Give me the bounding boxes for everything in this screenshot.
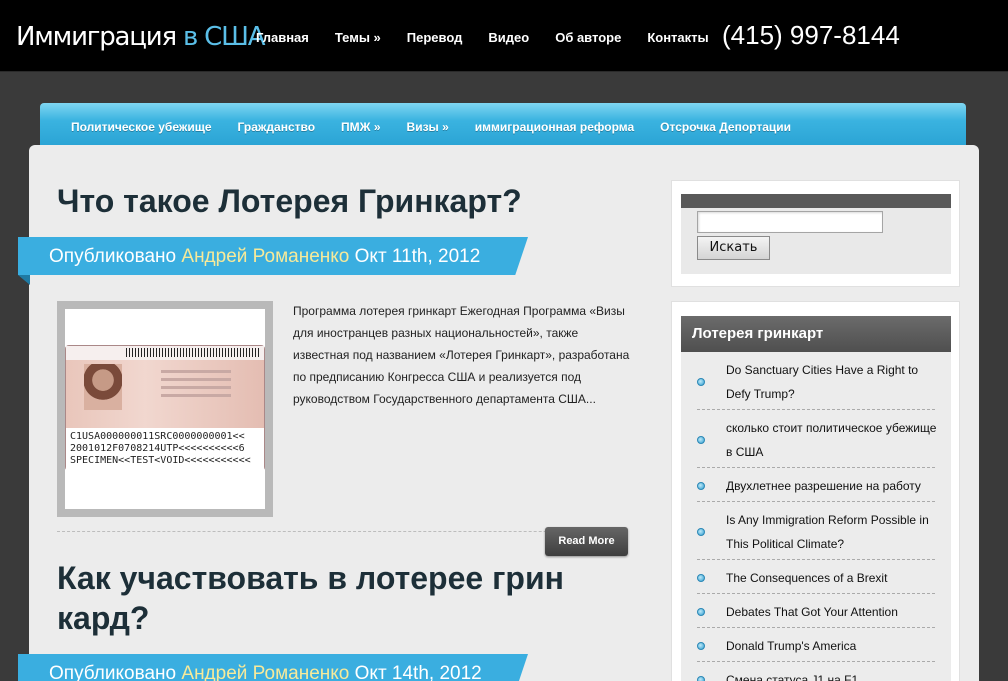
list-item-link[interactable]: Do Sanctuary Cities Have a Right to Defy… [726, 358, 938, 406]
list-item[interactable]: Двухлетнее разрешение на работу [697, 474, 935, 502]
list-item-link[interactable]: Двухлетнее разрешение на работу [726, 474, 938, 498]
post-divider [57, 531, 627, 532]
bullet-icon [697, 574, 705, 582]
search-button[interactable]: Искать [697, 236, 770, 260]
post-title[interactable]: Что такое Лотерея Гринкарт? [57, 181, 522, 221]
post-excerpt: Программа лотерея гринкарт Ежегодная Про… [293, 304, 630, 406]
bullet-icon [697, 642, 705, 650]
phone-number[interactable]: (415) 997-8144 [722, 20, 900, 51]
list-item[interactable]: Donald Trump's America [697, 634, 935, 662]
category-immigration-reform[interactable]: иммиграционная реформа [475, 120, 634, 134]
list-item[interactable]: Debates That Got Your Attention [697, 600, 935, 628]
search-input[interactable] [697, 211, 883, 233]
category-asylum[interactable]: Политическое убежище [71, 120, 212, 134]
thumbnail-image: C1USA000000011SRC0000000001<< 2001012F070… [65, 309, 265, 509]
list-item[interactable]: The Consequences of a Brexit [697, 566, 935, 594]
list-item-link[interactable]: Is Any Immigration Reform Possible in Th… [726, 508, 938, 556]
category-visas[interactable]: Визы » [407, 120, 449, 134]
top-nav-about[interactable]: Об авторе [555, 30, 621, 45]
mrz-line: 2001012F0708214UTP<<<<<<<<<<6 [70, 443, 245, 454]
list-item-link[interactable]: Donald Trump's America [726, 634, 938, 658]
read-more-button[interactable]: Read More [545, 527, 628, 556]
list-item-link[interactable]: Смена статуса J1 на F1 [726, 668, 938, 681]
published-label: Опубликовано [49, 663, 182, 681]
green-card-image: C1USA000000011SRC0000000001<< 2001012F070… [65, 345, 265, 472]
post-date: Окт 11th, 2012 [349, 246, 481, 267]
published-label: Опубликовано [49, 246, 182, 267]
top-nav-home[interactable]: Главная [256, 30, 309, 45]
card-photo [84, 364, 122, 410]
site-logo[interactable]: Иммиграция в США [16, 22, 266, 52]
category-citizenship[interactable]: Гражданство [238, 120, 316, 134]
author-link[interactable]: Андрей Романенко [181, 663, 349, 681]
list-item[interactable]: Is Any Immigration Reform Possible in Th… [697, 508, 935, 560]
card-mrz: C1USA000000011SRC0000000001<< 2001012F070… [66, 428, 264, 472]
list-item-link[interactable]: сколько стоит политическое убежище в США [726, 416, 938, 464]
ribbon-fold [18, 275, 30, 285]
category-bar: Политическое убежище Гражданство ПМЖ » В… [40, 103, 966, 147]
mrz-line: C1USA000000011SRC0000000001<< [70, 431, 245, 442]
widget-list: Do Sanctuary Cities Have a Right to Defy… [681, 352, 951, 681]
bullet-icon [697, 378, 705, 386]
list-item[interactable]: сколько стоит политическое убежище в США [697, 416, 938, 468]
author-link[interactable]: Андрей Романенко [181, 246, 349, 267]
category-nav: Политическое убежище Гражданство ПМЖ » В… [71, 120, 817, 134]
category-deferred-deportation[interactable]: Отсрочка Депортации [660, 120, 791, 134]
top-nav: Главная Темы » Перевод Видео Об авторе К… [256, 30, 735, 45]
bullet-icon [697, 676, 705, 681]
site-header: Иммиграция в США Главная Темы » Перевод … [0, 0, 1008, 72]
widget-title: Лотерея гринкарт [681, 316, 951, 352]
search-box: Искать [681, 194, 951, 274]
list-item[interactable]: Смена статуса J1 на F1 [697, 668, 935, 681]
card-barcode [126, 348, 260, 357]
top-nav-contacts[interactable]: Контакты [647, 30, 708, 45]
post-meta: Опубликовано Андрей Романенко Окт 11th, … [49, 246, 480, 268]
card-text-lines [161, 370, 231, 400]
bullet-icon [697, 482, 705, 490]
logo-accent-text: в США [182, 22, 266, 52]
top-nav-video[interactable]: Видео [488, 30, 529, 45]
mrz-line: SPECIMEN<<TEST<VOID<<<<<<<<<<< [70, 455, 251, 466]
post-date: Окт 14th, 2012 [349, 663, 482, 681]
post-meta: Опубликовано Андрей Романенко Окт 14th, … [49, 663, 482, 681]
category-green-card[interactable]: ПМЖ » [341, 120, 380, 134]
search-widget: Искать [671, 180, 960, 287]
top-nav-translation[interactable]: Перевод [407, 30, 463, 45]
bullet-icon [697, 436, 705, 444]
post-title[interactable]: Как участвовать в лотерее грин кард? [57, 558, 577, 638]
logo-main-text: Иммиграция [16, 22, 183, 52]
search-header-bar [681, 194, 951, 208]
list-item-link[interactable]: Debates That Got Your Attention [726, 600, 938, 624]
green-card-lottery-widget: Лотерея гринкарт Do Sanctuary Cities Hav… [671, 301, 960, 681]
bullet-icon [697, 528, 705, 536]
post-thumbnail[interactable]: C1USA000000011SRC0000000001<< 2001012F070… [57, 301, 273, 517]
bullet-icon [697, 608, 705, 616]
list-item[interactable]: Do Sanctuary Cities Have a Right to Defy… [697, 358, 935, 410]
top-nav-topics[interactable]: Темы » [335, 30, 381, 45]
list-item-link[interactable]: The Consequences of a Brexit [726, 566, 938, 590]
